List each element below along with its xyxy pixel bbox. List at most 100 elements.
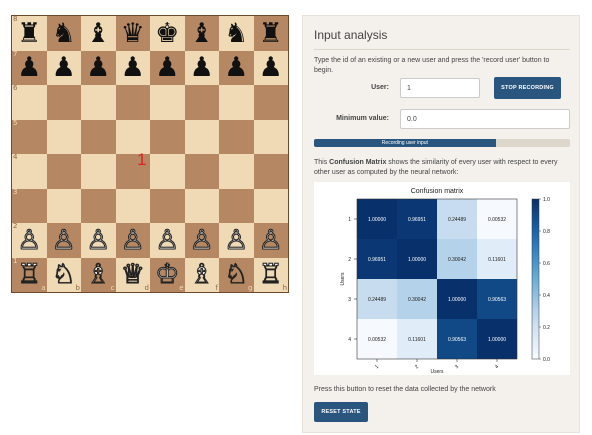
square-e5[interactable] <box>150 119 185 154</box>
square-b6[interactable] <box>46 85 81 120</box>
square-d7[interactable]: ♟ <box>115 50 150 85</box>
square-h8[interactable]: ♜ <box>253 16 288 51</box>
square-f4[interactable] <box>184 154 219 189</box>
square-f3[interactable] <box>184 188 219 223</box>
white-piece[interactable]: ♖ <box>258 261 283 289</box>
square-g6[interactable] <box>219 85 254 120</box>
square-b3[interactable] <box>46 188 81 223</box>
white-piece[interactable]: ♗ <box>189 261 214 289</box>
square-d6[interactable] <box>115 85 150 120</box>
white-piece[interactable]: ♕ <box>120 261 145 289</box>
square-e1[interactable]: e ♔ <box>150 257 185 292</box>
white-piece[interactable]: ♔ <box>155 261 180 289</box>
square-h7[interactable]: ♟ <box>253 50 288 85</box>
square-b1[interactable]: b ♘ <box>46 257 81 292</box>
square-a8[interactable]: 8 ♜ <box>12 16 47 51</box>
square-a6[interactable]: 6 <box>12 85 47 120</box>
white-piece[interactable]: ♙ <box>17 226 42 254</box>
square-e7[interactable]: ♟ <box>150 50 185 85</box>
square-d1[interactable]: d ♕ <box>115 257 150 292</box>
square-a4[interactable]: 4 <box>12 154 47 189</box>
square-b8[interactable]: ♞ <box>46 16 81 51</box>
square-c5[interactable] <box>81 119 116 154</box>
square-a3[interactable]: 3 <box>12 188 47 223</box>
black-piece[interactable]: ♟ <box>52 54 76 81</box>
square-a5[interactable]: 5 <box>12 119 47 154</box>
black-piece[interactable]: ♜ <box>259 20 283 47</box>
black-piece[interactable]: ♟ <box>17 54 41 81</box>
square-g7[interactable]: ♟ <box>219 50 254 85</box>
square-c3[interactable] <box>81 188 116 223</box>
square-g3[interactable] <box>219 188 254 223</box>
square-h3[interactable] <box>253 188 288 223</box>
white-piece[interactable]: ♙ <box>86 226 111 254</box>
square-h5[interactable] <box>253 119 288 154</box>
square-e8[interactable]: ♚ <box>150 16 185 51</box>
black-piece[interactable]: ♚ <box>155 20 179 47</box>
square-d8[interactable]: ♛ <box>115 16 150 51</box>
black-piece[interactable]: ♞ <box>224 20 248 47</box>
white-piece[interactable]: ♙ <box>51 226 76 254</box>
black-piece[interactable]: ♟ <box>190 54 214 81</box>
white-piece[interactable]: ♖ <box>17 261 42 289</box>
square-e3[interactable] <box>150 188 185 223</box>
white-piece[interactable]: ♙ <box>189 226 214 254</box>
square-f5[interactable] <box>184 119 219 154</box>
square-h6[interactable] <box>253 85 288 120</box>
square-a7[interactable]: 7 ♟ <box>12 50 47 85</box>
white-piece[interactable]: ♙ <box>120 226 145 254</box>
square-c4[interactable] <box>81 154 116 189</box>
black-piece[interactable]: ♜ <box>17 20 41 47</box>
square-h2[interactable]: ♙ <box>253 223 288 258</box>
black-piece[interactable]: ♟ <box>155 54 179 81</box>
white-piece[interactable]: ♗ <box>86 261 111 289</box>
square-g2[interactable]: ♙ <box>219 223 254 258</box>
square-b4[interactable] <box>46 154 81 189</box>
square-b2[interactable]: ♙ <box>46 223 81 258</box>
black-piece[interactable]: ♟ <box>86 54 110 81</box>
square-b5[interactable] <box>46 119 81 154</box>
reset-state-button[interactable]: RESET STATE <box>314 402 368 422</box>
square-e2[interactable]: ♙ <box>150 223 185 258</box>
square-d2[interactable]: ♙ <box>115 223 150 258</box>
square-c6[interactable] <box>81 85 116 120</box>
square-g1[interactable]: g ♘ <box>219 257 254 292</box>
black-piece[interactable]: ♞ <box>52 20 76 47</box>
user-input[interactable]: 1 <box>400 78 480 98</box>
square-h1[interactable]: h ♖ <box>253 257 288 292</box>
square-g8[interactable]: ♞ <box>219 16 254 51</box>
white-piece[interactable]: ♘ <box>51 261 76 289</box>
black-piece[interactable]: ♝ <box>190 20 214 47</box>
black-piece[interactable]: ♟ <box>121 54 145 81</box>
square-e6[interactable] <box>150 85 185 120</box>
black-piece[interactable]: ♟ <box>224 54 248 81</box>
square-a1[interactable]: 1 a ♖ <box>12 257 47 292</box>
square-b7[interactable]: ♟ <box>46 50 81 85</box>
square-f7[interactable]: ♟ <box>184 50 219 85</box>
square-f6[interactable] <box>184 85 219 120</box>
square-c2[interactable]: ♙ <box>81 223 116 258</box>
square-c8[interactable]: ♝ <box>81 16 116 51</box>
square-g4[interactable] <box>219 154 254 189</box>
chessboard[interactable]: 8 ♜ ♞ ♝ ♛ ♚ ♝ ♞ ♜ 7 ♟ ♟ ♟ ♟ ♟ ♟ ♟ ♟ 6 5 4 3 2 ♙ ♙ ♙ ♙ ♙ ♙ ♙ ♙ 1 a ♖ b ♘ c ♗ d ♕… <box>11 15 289 293</box>
square-c7[interactable]: ♟ <box>81 50 116 85</box>
white-piece[interactable]: ♘ <box>224 261 249 289</box>
square-h4[interactable] <box>253 154 288 189</box>
white-piece[interactable]: ♙ <box>258 226 283 254</box>
square-e4[interactable] <box>150 154 185 189</box>
square-a2[interactable]: 2 ♙ <box>12 223 47 258</box>
stop-recording-button[interactable]: STOP RECORDING <box>494 77 561 99</box>
square-d3[interactable] <box>115 188 150 223</box>
square-f8[interactable]: ♝ <box>184 16 219 51</box>
minimum-value-input[interactable]: 0.0 <box>400 109 570 129</box>
square-d5[interactable] <box>115 119 150 154</box>
square-f2[interactable]: ♙ <box>184 223 219 258</box>
square-g5[interactable] <box>219 119 254 154</box>
black-piece[interactable]: ♝ <box>86 20 110 47</box>
white-piece[interactable]: ♙ <box>224 226 249 254</box>
black-piece[interactable]: ♛ <box>121 20 145 47</box>
white-piece[interactable]: ♙ <box>155 226 180 254</box>
black-piece[interactable]: ♟ <box>259 54 283 81</box>
square-c1[interactable]: c ♗ <box>81 257 116 292</box>
square-f1[interactable]: f ♗ <box>184 257 219 292</box>
